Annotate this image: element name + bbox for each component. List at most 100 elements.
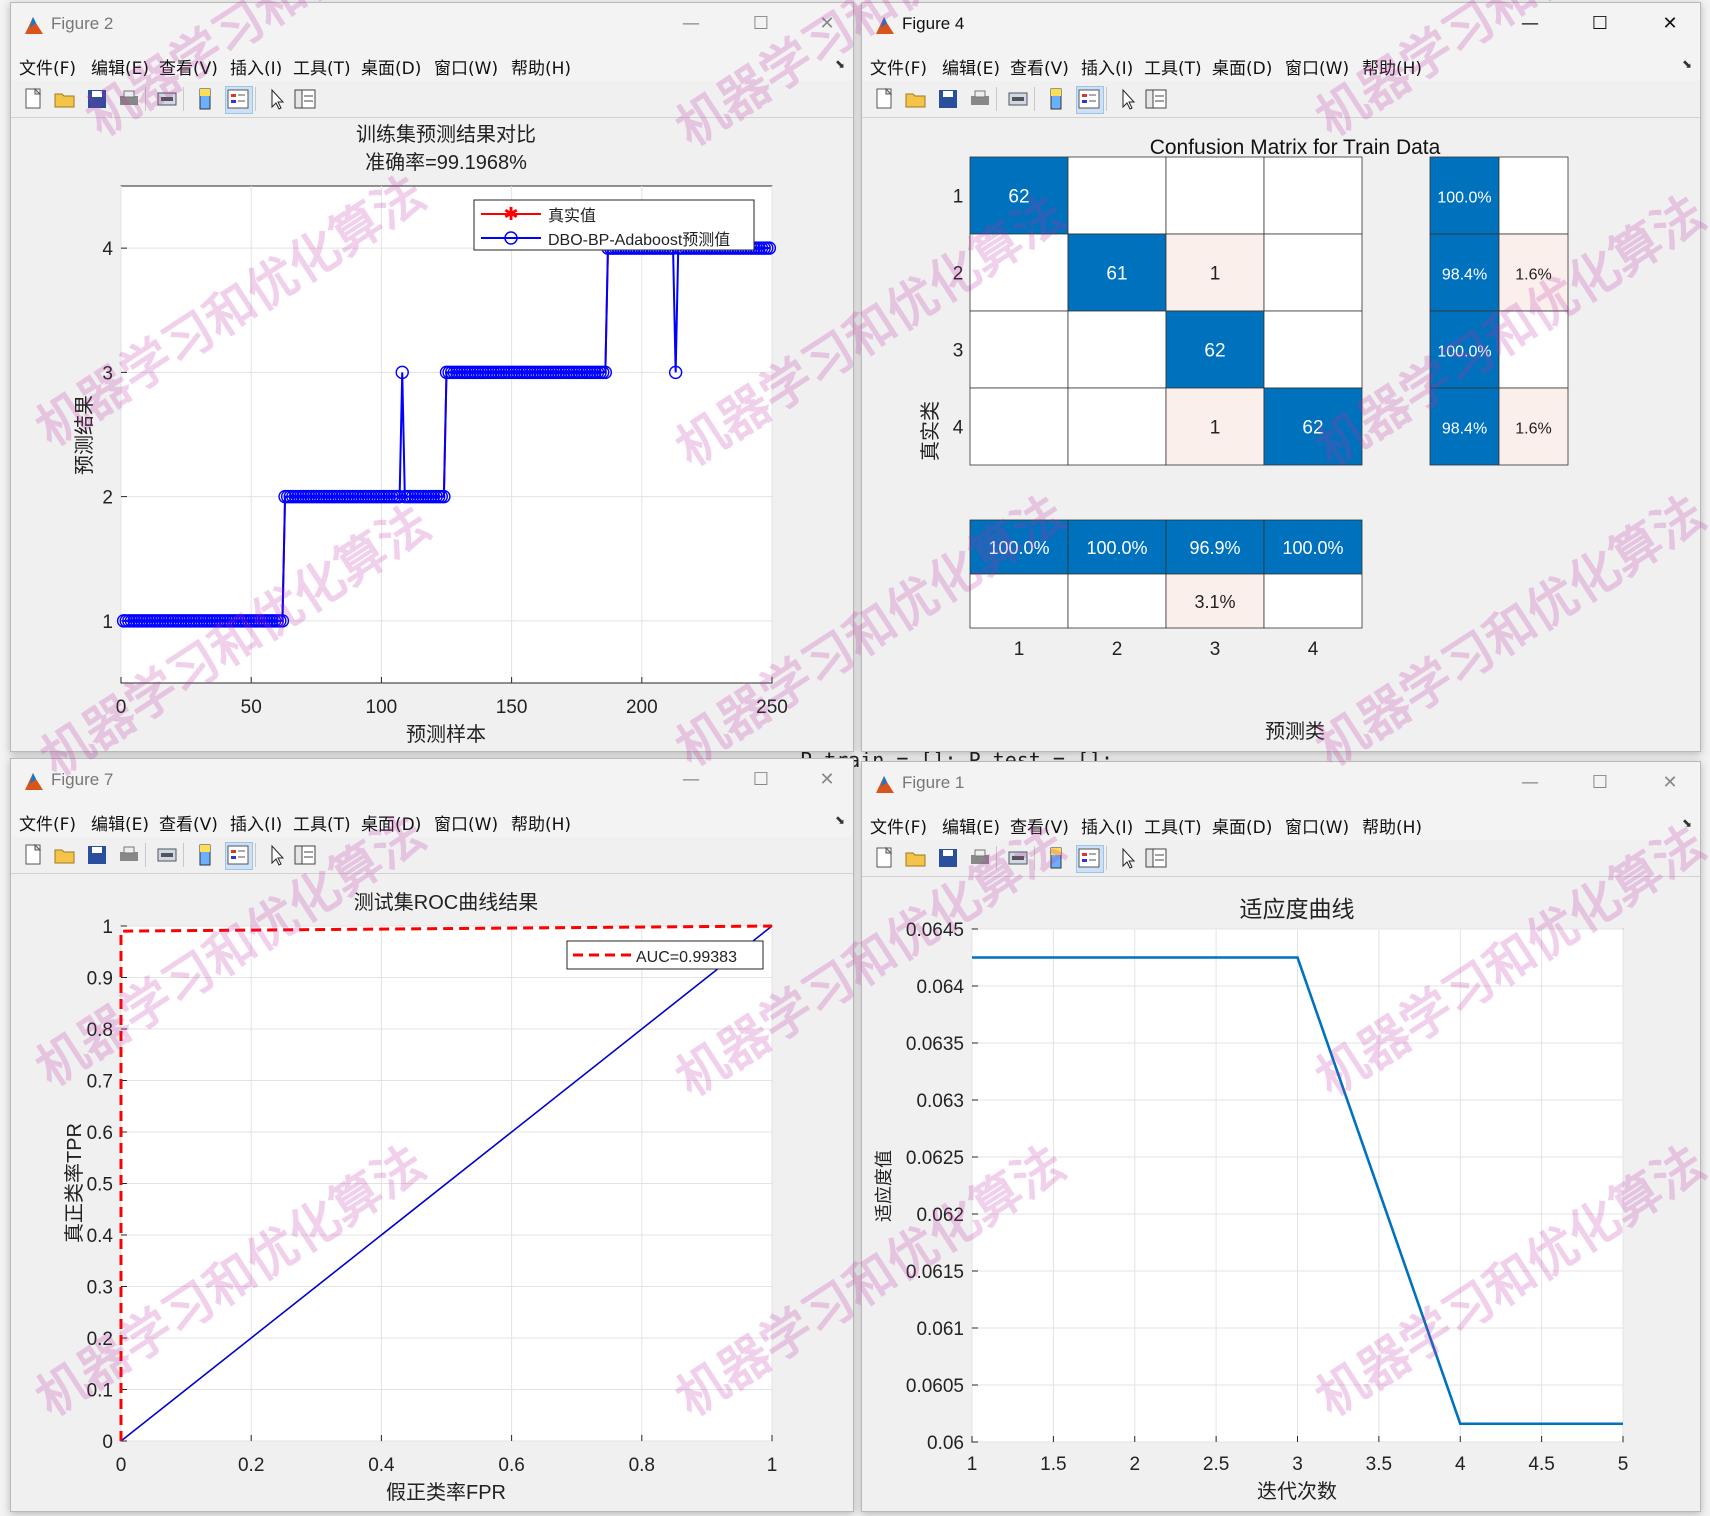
property-editor-icon[interactable] [1144,87,1168,111]
legend-label-auc: AUC=0.99383 [636,949,737,966]
y-axis-label: 真实类 [919,401,942,461]
open-folder-icon[interactable] [53,843,77,867]
property-editor-icon[interactable] [1144,846,1168,870]
open-folder-icon[interactable] [53,87,77,111]
menu-overflow-icon[interactable]: ⬊ [1682,57,1692,71]
menu-item-6[interactable]: 窗口(W) [434,810,498,835]
link-plot-icon[interactable] [1006,87,1030,111]
colorbar-icon[interactable] [193,87,217,111]
menu-item-1[interactable]: 编辑(E) [942,813,1000,838]
colorbar-icon[interactable] [193,843,217,867]
figure-7-titlebar[interactable]: Figure 7 — ☐ ✕ [11,759,853,803]
y-tick-label: 2 [102,488,113,509]
maximize-button[interactable]: ☐ [1580,768,1620,798]
pointer-icon[interactable] [265,87,289,111]
minimize-button[interactable]: — [671,765,711,795]
minimize-button[interactable]: — [1510,768,1550,798]
menu-item-3[interactable]: 插入(I) [230,810,282,835]
menu-item-2[interactable]: 查看(V) [1010,54,1069,79]
menu-item-3[interactable]: 插入(I) [230,54,282,79]
menu-bar: ⬊ 文件(F) 编辑(E) 查看(V) 插入(I) 工具(T) 桌面(D) 窗口(W) 帮助(H… [862,47,1700,81]
menu-item-4[interactable]: 工具(T) [293,810,351,835]
menu-item-2[interactable]: 查看(V) [1010,813,1069,838]
save-icon[interactable] [936,87,960,111]
menu-item-4[interactable]: 工具(T) [1144,54,1202,79]
minimize-button[interactable]: — [1510,9,1550,39]
x-class-label: 3 [1210,639,1221,660]
menu-item-1[interactable]: 编辑(E) [942,54,1000,79]
link-plot-icon[interactable] [155,843,179,867]
print-icon[interactable] [968,87,992,111]
pointer-icon[interactable] [265,843,289,867]
pointer-icon[interactable] [1116,87,1140,111]
new-file-icon[interactable] [872,87,896,111]
property-editor-icon[interactable] [293,87,317,111]
menu-item-2[interactable]: 查看(V) [159,810,218,835]
close-button[interactable]: ✕ [1650,768,1690,798]
menu-item-6[interactable]: 窗口(W) [1285,54,1349,79]
close-button[interactable]: ✕ [807,765,847,795]
legend-icon[interactable] [1076,845,1104,873]
maximize-button[interactable]: ☐ [741,9,781,39]
menu-item-7[interactable]: 帮助(H) [1362,54,1422,79]
new-file-icon[interactable] [872,846,896,870]
menu-item-0[interactable]: 文件(F) [19,810,76,835]
menu-item-1[interactable]: 编辑(E) [91,54,149,79]
figure-1-window[interactable]: Figure 1 — ☐ ✕ ⬊ 文件(F) 编辑(E) 查看(V) 插入(I) 工具(T… [861,761,1701,1512]
new-file-icon[interactable] [21,843,45,867]
print-icon[interactable] [117,843,141,867]
figure-4-titlebar[interactable]: Figure 4 — ☐ ✕ [862,3,1700,47]
property-editor-icon[interactable] [293,843,317,867]
close-button[interactable]: ✕ [1650,9,1690,39]
link-plot-icon[interactable] [1006,846,1030,870]
save-icon[interactable] [85,843,109,867]
menu-item-4[interactable]: 工具(T) [293,54,351,79]
menu-overflow-icon[interactable]: ⬊ [835,813,845,827]
legend-icon[interactable] [225,842,253,870]
menu-overflow-icon[interactable]: ⬊ [835,57,845,71]
print-icon[interactable] [117,87,141,111]
figure-2-titlebar[interactable]: Figure 2 — ☐ ✕ [11,3,853,47]
menu-item-2[interactable]: 查看(V) [159,54,218,79]
save-icon[interactable] [936,846,960,870]
toolbar-separator [996,846,997,870]
toolbar-separator [183,87,184,111]
menu-item-7[interactable]: 帮助(H) [511,810,571,835]
figure-1-titlebar[interactable]: Figure 1 — ☐ ✕ [862,762,1700,806]
pointer-icon[interactable] [1116,846,1140,870]
minimize-button[interactable]: — [671,9,711,39]
menu-item-5[interactable]: 桌面(D) [1212,813,1272,838]
colorbar-icon[interactable] [1044,846,1068,870]
matrix-cell [1067,387,1167,466]
colorbar-icon[interactable] [1044,87,1068,111]
open-folder-icon[interactable] [904,846,928,870]
menu-item-6[interactable]: 窗口(W) [1285,813,1349,838]
menu-item-1[interactable]: 编辑(E) [91,810,149,835]
menu-item-4[interactable]: 工具(T) [1144,813,1202,838]
print-icon[interactable] [968,846,992,870]
menu-item-5[interactable]: 桌面(D) [361,810,421,835]
new-file-icon[interactable] [21,87,45,111]
menu-item-3[interactable]: 插入(I) [1081,813,1133,838]
figure-7-window[interactable]: Figure 7 — ☐ ✕ ⬊ 文件(F) 编辑(E) 查看(V) 插入(I) 工具(T… [10,758,854,1512]
legend-icon[interactable] [225,86,253,114]
open-folder-icon[interactable] [904,87,928,111]
menu-item-7[interactable]: 帮助(H) [1362,813,1422,838]
legend-icon[interactable] [1076,86,1104,114]
menu-item-5[interactable]: 桌面(D) [361,54,421,79]
menu-item-0[interactable]: 文件(F) [870,813,927,838]
figure-4-window[interactable]: Figure 4 — ☐ ✕ ⬊ 文件(F) 编辑(E) 查看(V) 插入(I) 工具(T… [861,2,1701,752]
link-plot-icon[interactable] [155,87,179,111]
menu-item-5[interactable]: 桌面(D) [1212,54,1272,79]
menu-item-3[interactable]: 插入(I) [1081,54,1133,79]
menu-item-7[interactable]: 帮助(H) [511,54,571,79]
maximize-button[interactable]: ☐ [1580,9,1620,39]
menu-item-0[interactable]: 文件(F) [870,54,927,79]
save-icon[interactable] [85,87,109,111]
maximize-button[interactable]: ☐ [741,765,781,795]
figure-2-window[interactable]: Figure 2 — ☐ ✕ ⬊ 文件(F) 编辑(E) 查看(V) 插入(I) 工具(T… [10,2,854,752]
menu-overflow-icon[interactable]: ⬊ [1682,816,1692,830]
menu-item-0[interactable]: 文件(F) [19,54,76,79]
close-button[interactable]: ✕ [807,9,847,39]
menu-item-6[interactable]: 窗口(W) [434,54,498,79]
